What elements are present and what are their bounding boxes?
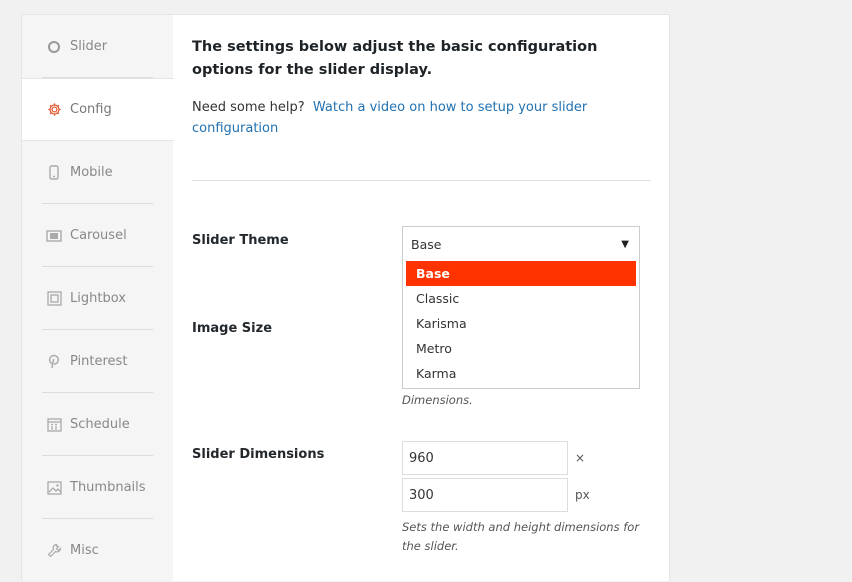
divider xyxy=(192,180,651,181)
sidebar-item-label: Config xyxy=(70,102,112,117)
px-unit-label: px xyxy=(575,488,590,502)
slider-dimensions-description: Sets the width and height dimensions for… xyxy=(402,520,640,553)
sidebar-item-config[interactable]: Config xyxy=(22,78,174,141)
sidebar-item-label: Slider xyxy=(70,39,108,54)
help-text: Need some help? Watch a video on how to … xyxy=(192,97,651,139)
caret-down-icon: ▼ xyxy=(621,238,629,250)
sidebar-item-mobile[interactable]: Mobile xyxy=(22,141,173,204)
slider-theme-selected: Base xyxy=(411,236,442,252)
times-symbol: × xyxy=(575,451,586,465)
sidebar-item-label: Thumbnails xyxy=(70,480,146,495)
slider-width-input[interactable]: 960 xyxy=(402,441,568,475)
sidebar-item-misc[interactable]: Misc xyxy=(22,519,173,582)
sidebar-item-label: Misc xyxy=(70,543,99,558)
theme-option-karma[interactable]: Karma xyxy=(406,361,636,386)
pinterest-icon xyxy=(46,354,62,370)
help-prefix: Need some help? xyxy=(192,100,305,115)
theme-option-classic[interactable]: Classic xyxy=(406,286,636,311)
sidebar-item-label: Mobile xyxy=(70,165,113,180)
image-size-label: Image Size xyxy=(192,321,273,336)
settings-sidebar: Slider Config Mobile Carousel Lightbox P… xyxy=(22,15,174,582)
theme-option-karisma[interactable]: Karisma xyxy=(406,311,636,336)
slider-theme-label: Slider Theme xyxy=(192,233,289,248)
config-content: The settings below adjust the basic conf… xyxy=(192,15,651,553)
sidebar-item-schedule[interactable]: Schedule xyxy=(22,393,173,456)
settings-panel: Slider Config Mobile Carousel Lightbox P… xyxy=(21,14,670,581)
lightbox-icon xyxy=(46,291,62,307)
wrench-icon xyxy=(46,543,62,559)
gear-icon xyxy=(46,102,62,118)
sidebar-item-label: Carousel xyxy=(70,228,127,243)
theme-option-base[interactable]: Base xyxy=(406,261,636,286)
sidebar-item-label: Pinterest xyxy=(70,354,128,369)
intro-text: The settings below adjust the basic conf… xyxy=(192,39,598,78)
carousel-icon xyxy=(46,228,62,244)
sidebar-item-lightbox[interactable]: Lightbox xyxy=(22,267,173,330)
sidebar-item-slider[interactable]: Slider xyxy=(22,15,173,78)
sidebar-item-pinterest[interactable]: Pinterest xyxy=(22,330,173,393)
slider-dimensions-label: Slider Dimensions xyxy=(192,447,325,462)
theme-option-metro[interactable]: Metro xyxy=(406,336,636,361)
calendar-icon xyxy=(46,417,62,433)
slider-icon xyxy=(46,39,62,55)
sidebar-item-label: Lightbox xyxy=(70,291,126,306)
sidebar-item-carousel[interactable]: Carousel xyxy=(22,204,173,267)
image-icon xyxy=(46,480,62,496)
slider-theme-select[interactable]: Base ▼ xyxy=(403,227,639,261)
image-size-description: Dimensions. xyxy=(402,393,473,407)
slider-height-input[interactable]: 300 xyxy=(402,478,568,512)
slider-theme-dropdown[interactable]: Base ▼ Base Classic Karisma Metro Karma xyxy=(402,226,640,389)
sidebar-item-label: Schedule xyxy=(70,417,130,432)
sidebar-item-thumbnails[interactable]: Thumbnails xyxy=(22,456,173,519)
mobile-icon xyxy=(46,165,62,181)
